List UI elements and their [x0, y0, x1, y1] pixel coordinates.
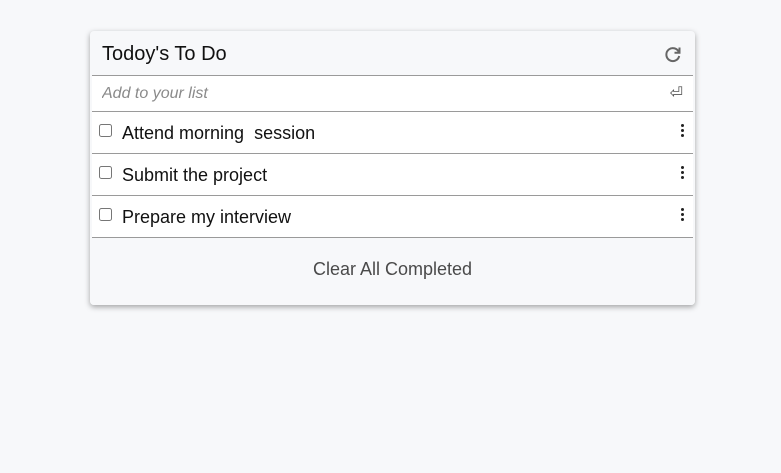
- more-vertical-icon[interactable]: [679, 124, 685, 140]
- item-checkbox[interactable]: [99, 124, 112, 137]
- todo-header: Todoy's To Do: [92, 31, 693, 76]
- list-item: Attend morning session: [92, 112, 693, 154]
- list-item: Prepare my interview: [92, 196, 693, 238]
- item-checkbox[interactable]: [99, 166, 112, 179]
- add-item-input[interactable]: [102, 76, 662, 111]
- item-checkbox[interactable]: [99, 208, 112, 221]
- list-item: Submit the project: [92, 154, 693, 196]
- item-label: Attend morning session: [122, 123, 316, 143]
- todo-footer: Clear All Completed: [90, 238, 695, 305]
- item-label: Submit the project: [122, 165, 268, 185]
- refresh-icon[interactable]: [663, 44, 683, 64]
- todo-card: Todoy's To Do ⏎ Attend morning session S…: [90, 31, 695, 305]
- item-label: Prepare my interview: [122, 207, 292, 227]
- todo-list: Attend morning session Submit the projec…: [92, 112, 693, 238]
- enter-icon[interactable]: ⏎: [670, 84, 683, 104]
- add-item-row: ⏎: [92, 76, 693, 112]
- clear-completed-button[interactable]: Clear All Completed: [90, 238, 695, 300]
- more-vertical-icon[interactable]: [679, 166, 685, 182]
- page-title: Todoy's To Do: [102, 43, 227, 65]
- more-vertical-icon[interactable]: [679, 208, 685, 224]
